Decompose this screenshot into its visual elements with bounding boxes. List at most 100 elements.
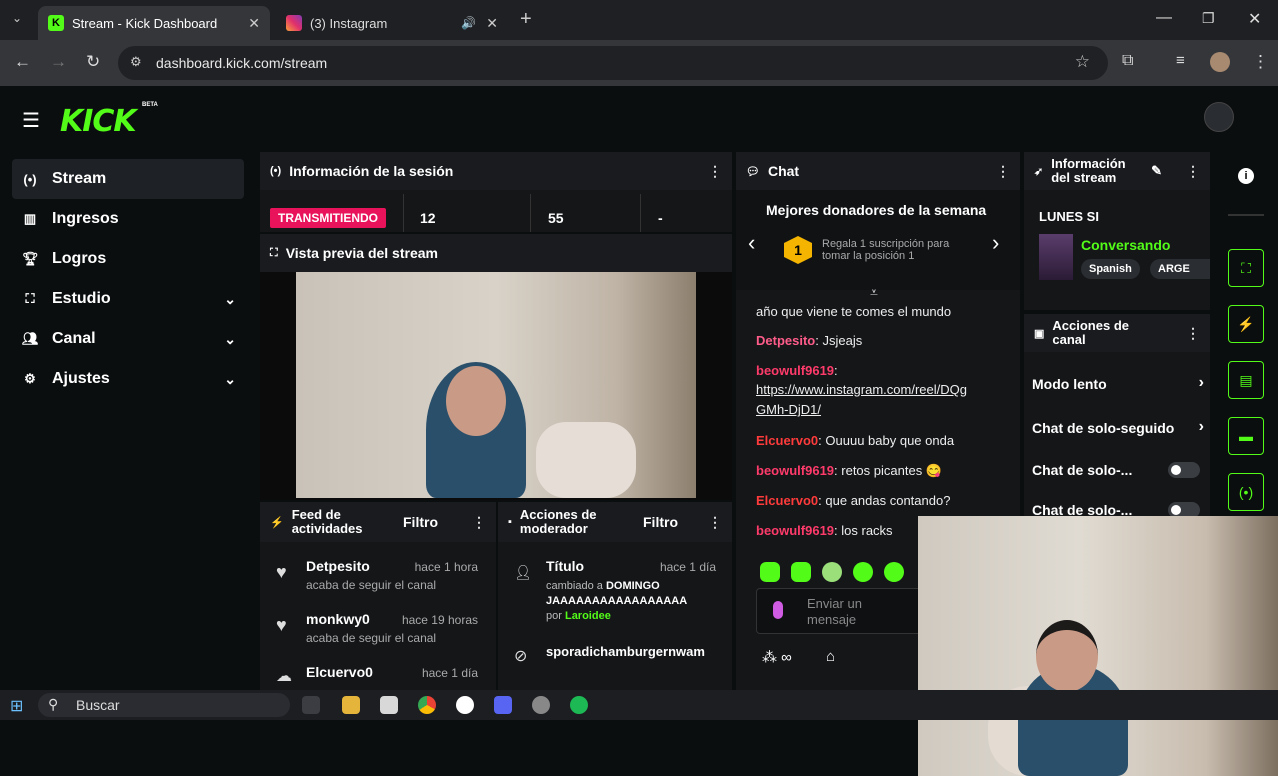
sidebar-item-logros[interactable]: 🏆︎ Logros <box>12 239 244 279</box>
notes-button[interactable]: ▤ <box>1228 361 1264 399</box>
broadcast-button[interactable]: (•) <box>1228 473 1264 511</box>
panel-title-line: del stream <box>1051 170 1117 185</box>
tab-kick-dashboard[interactable]: K Stream - Kick Dashboard ✕ <box>38 6 270 40</box>
file-explorer-icon[interactable] <box>342 696 360 714</box>
close-tab-icon[interactable]: ✕ <box>486 15 498 32</box>
spotify-app-icon[interactable] <box>570 696 588 714</box>
media-control-icon[interactable]: ≡ <box>1176 52 1185 69</box>
back-icon[interactable]: ← <box>14 52 31 72</box>
chevron-left-icon[interactable]: ‹ <box>748 230 755 256</box>
user-avatar[interactable] <box>1204 102 1234 132</box>
broadcast-icon: (•) <box>270 165 282 177</box>
obs-app-icon[interactable] <box>456 696 474 714</box>
chat-link[interactable]: GMh-DjD1/ <box>756 402 821 417</box>
chat-username[interactable]: beowulf9619 <box>756 523 834 538</box>
site-settings-icon[interactable]: ⚙ <box>130 54 142 70</box>
tab-list-chevron-icon[interactable]: ⌄ <box>12 11 22 25</box>
studio-icon: ⛶ <box>25 291 35 306</box>
chat-link[interactable]: https://www.instagram.com/reel/DQg <box>756 382 967 397</box>
chrome-app-icon[interactable] <box>418 696 436 714</box>
kick-logo[interactable]: KICK <box>60 104 137 139</box>
store-app-icon[interactable] <box>380 696 398 714</box>
chat-username[interactable]: Elcuervo0 <box>756 493 818 508</box>
lightning-button[interactable]: ⚡ <box>1228 305 1264 343</box>
more-options-icon[interactable]: ⋮ <box>708 163 722 180</box>
new-tab-icon[interactable]: + <box>520 8 532 31</box>
audio-playing-icon[interactable]: 🔊 <box>461 16 476 30</box>
toggle-switch[interactable] <box>1168 462 1200 478</box>
emote-icon[interactable] <box>791 562 811 582</box>
message-text[interactable]: https://www.instagram.com/reel/DQg <box>756 382 967 397</box>
reload-icon[interactable]: ↻ <box>86 52 100 72</box>
sidebar-item-ajustes[interactable]: ⚙ Ajustes ⌄ <box>12 359 244 399</box>
task-view-icon[interactable] <box>302 696 320 714</box>
taskbar-search[interactable]: ⚲ Buscar <box>38 693 290 717</box>
divider <box>640 194 641 232</box>
omnibox[interactable]: ⚙ dashboard.kick.com/stream ☆ <box>118 46 1108 80</box>
forward-icon[interactable]: → <box>50 52 67 72</box>
sidebar-item-label: Ingresos <box>52 210 119 227</box>
extensions-icon[interactable]: ⧉ <box>1122 52 1133 70</box>
filter-button[interactable]: Filtro <box>403 514 438 530</box>
more-options-icon[interactable]: ⋮ <box>1186 163 1200 180</box>
mod-action-user[interactable]: sporadichamburgernwam <box>546 644 726 659</box>
chevron-right-icon[interactable]: › <box>992 230 999 256</box>
sidebar-item-stream[interactable]: (•) Stream <box>12 159 244 199</box>
more-options-icon[interactable]: ⋮ <box>472 514 486 531</box>
chat-username[interactable]: beowulf9619 <box>756 463 834 478</box>
activity-user[interactable]: Elcuervo0 <box>306 664 373 680</box>
emote-icon[interactable] <box>760 562 780 582</box>
sub-icon: ☁ <box>276 668 292 685</box>
hamburger-menu-icon[interactable]: ☰ <box>22 108 40 133</box>
more-options-icon[interactable]: ⋮ <box>996 163 1010 180</box>
chat-username[interactable]: beowulf9619 <box>756 363 834 378</box>
sidebar-item-label: Estudio <box>52 290 111 307</box>
action-slow-mode[interactable]: Modo lento › <box>1032 374 1204 392</box>
points-icon[interactable]: ⁂ ∞ <box>762 648 792 666</box>
mic-icon[interactable] <box>773 601 783 619</box>
info-icon[interactable]: i <box>1238 168 1254 184</box>
tab-instagram[interactable]: (3) Instagram 🔊 ✕ <box>276 6 508 40</box>
close-tab-icon[interactable]: ✕ <box>248 15 260 32</box>
filter-button[interactable]: Filtro <box>643 514 678 530</box>
chat-username[interactable]: Elcuervo0 <box>756 433 818 448</box>
emote-icon[interactable] <box>884 562 904 582</box>
minimize-icon[interactable]: — <box>1156 9 1172 27</box>
toggle-knob <box>1171 505 1181 515</box>
moderator-name[interactable]: Laroidee <box>565 610 611 622</box>
windows-start-icon[interactable]: ⊞ <box>10 696 23 716</box>
discord-app-icon[interactable] <box>494 696 512 714</box>
action-followers-only[interactable]: Chat de solo-seguido › <box>1032 418 1204 436</box>
session-info-panel: (•) Información de la sesión ⋮ TRANSMITI… <box>260 152 732 232</box>
activity-user[interactable]: monkwy0 <box>306 611 370 627</box>
stream-video[interactable] <box>296 272 696 498</box>
bookmark-star-icon[interactable]: ☆ <box>1075 52 1090 72</box>
activity-user[interactable]: Detpesito <box>306 558 370 574</box>
sidebar-item-canal[interactable]: 👥︎ Canal ⌄ <box>12 319 244 359</box>
category-name[interactable]: Conversando <box>1081 237 1170 253</box>
broadcast-icon: (•) <box>1238 484 1254 500</box>
app-icon[interactable] <box>532 696 550 714</box>
emote-icon[interactable] <box>822 562 842 582</box>
ban-icon: ⊘ <box>514 648 528 665</box>
store-icon[interactable]: ⌂ <box>826 648 835 665</box>
edit-pencil-icon[interactable]: ✎ <box>1151 163 1162 179</box>
more-options-icon[interactable]: ⋮ <box>708 514 722 531</box>
pinned-toggle-icon[interactable]: ⩡ <box>870 284 878 301</box>
scene-button[interactable]: ⛶ <box>1228 249 1264 287</box>
chat-message: Elcuervo0: Ouuuu baby que onda <box>756 433 955 448</box>
chat-button[interactable]: ▬ <box>1228 417 1264 455</box>
more-options-icon[interactable]: ⋮ <box>1186 325 1200 342</box>
profile-avatar[interactable] <box>1210 52 1230 72</box>
message-text[interactable]: GMh-DjD1/ <box>756 402 821 417</box>
sidebar-item-estudio[interactable]: ⛶ Estudio ⌄ <box>12 279 244 319</box>
restore-icon[interactable]: ❐ <box>1202 10 1215 27</box>
sidebar-item-ingresos[interactable]: ▥ Ingresos <box>12 199 244 239</box>
sidebar-item-label: Ajustes <box>52 370 110 387</box>
chrome-menu-icon[interactable]: ⋮ <box>1252 52 1269 72</box>
session-stat: - <box>658 210 663 226</box>
emote-icon[interactable] <box>853 562 873 582</box>
close-window-icon[interactable]: ✕ <box>1248 9 1261 29</box>
url-text[interactable]: dashboard.kick.com/stream <box>156 55 327 71</box>
chat-username[interactable]: Detpesito <box>756 333 815 348</box>
